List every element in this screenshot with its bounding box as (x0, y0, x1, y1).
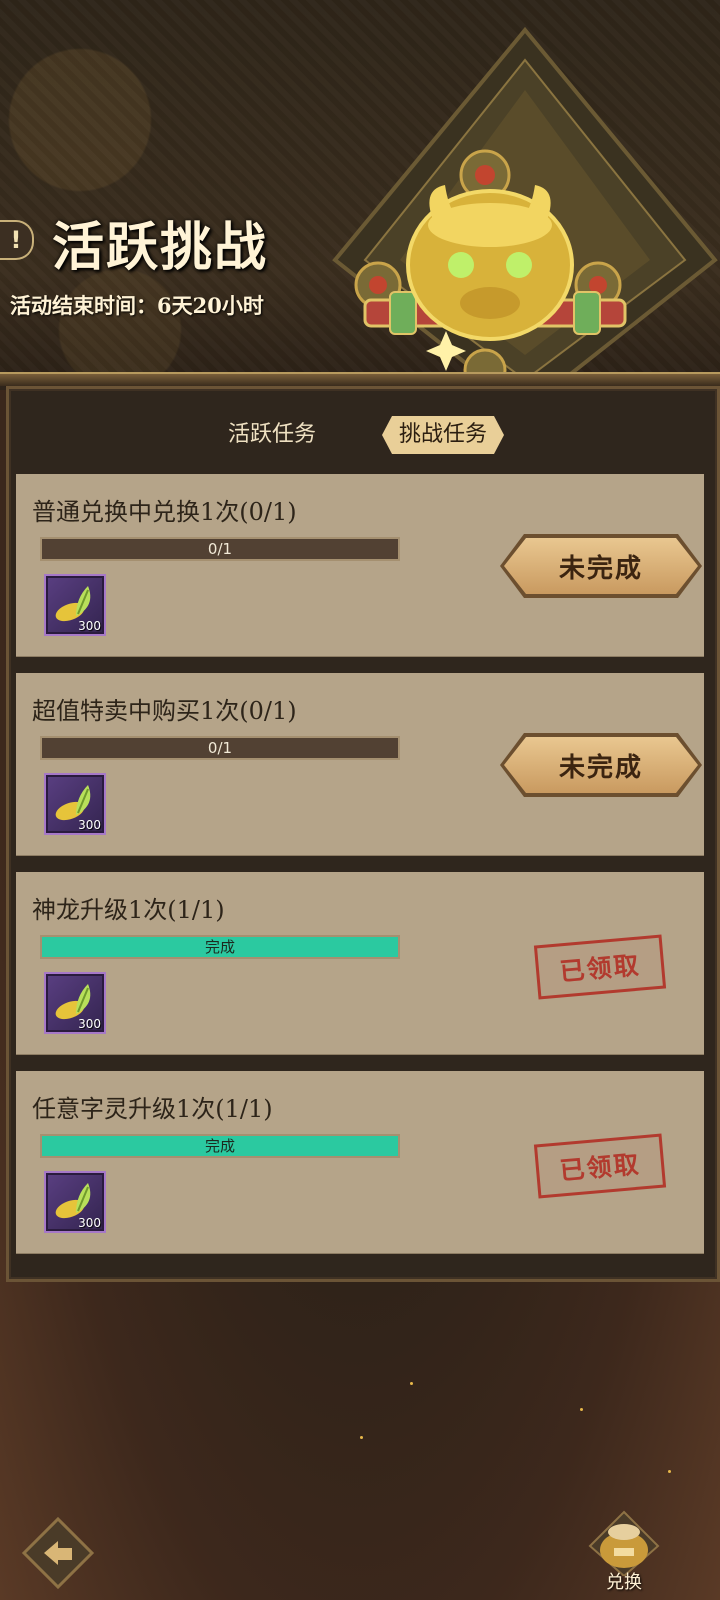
reward-quantity: 300 (78, 619, 101, 633)
tab-active-tasks[interactable]: 活跃任务 (202, 416, 342, 454)
help-icon[interactable]: ! (0, 220, 34, 260)
task-title: 超值特卖中购买1次(0/1) (32, 697, 297, 725)
tab-challenge-tasks[interactable]: 挑战任务 (382, 416, 504, 454)
guardian-emblem (332, 26, 718, 400)
task-card: 超值特卖中购买1次(0/1) 0/1 300 未完成 (16, 673, 704, 855)
sparkle-decoration (668, 1470, 671, 1473)
task-title: 神龙升级1次(1/1) (32, 896, 225, 924)
task-card: 神龙升级1次(1/1) 完成 300 已领取 (16, 872, 704, 1054)
task-progress-bar: 0/1 (40, 537, 400, 561)
task-progress-label: 完成 (204, 1137, 235, 1155)
reward-item[interactable]: 300 (44, 972, 106, 1034)
task-card: 任意字灵升级1次(1/1) 完成 300 已领取 (16, 1071, 704, 1253)
task-progress-bar: 完成 (40, 1134, 400, 1158)
header-divider (0, 372, 720, 386)
header-banner: ! 活跃挑战 活动结束时间：6天20小时 (0, 0, 720, 400)
task-progress-label: 0/1 (207, 739, 233, 757)
task-title: 普通兑换中兑换1次(0/1) (32, 498, 297, 526)
task-title: 任意字灵升级1次(1/1) (32, 1095, 273, 1123)
exchange-label: 兑换 (606, 1572, 642, 1593)
sparkle-decoration (410, 1382, 413, 1385)
reward-quantity: 300 (78, 818, 101, 832)
incomplete-button[interactable]: 未完成 (504, 538, 698, 594)
page-title: 活跃挑战 (52, 217, 269, 278)
task-progress-label: 0/1 (207, 540, 233, 558)
claimed-stamp: 已领取 (533, 1133, 667, 1199)
exchange-button[interactable]: 兑换 (586, 1506, 662, 1596)
treasure-bag-icon (588, 1510, 660, 1578)
event-countdown: 活动结束时间：6天20小时 (10, 293, 264, 318)
sparkle-decoration (360, 1436, 363, 1439)
task-progress-bar: 0/1 (40, 736, 400, 760)
task-progress-label: 完成 (204, 938, 235, 956)
claimed-stamp: 已领取 (533, 934, 667, 1000)
task-progress-bar: 完成 (40, 935, 400, 959)
back-button[interactable] (20, 1515, 96, 1591)
reward-item[interactable]: 300 (44, 1171, 106, 1233)
reward-item[interactable]: 300 (44, 574, 106, 636)
reward-item[interactable]: 300 (44, 773, 106, 835)
reward-quantity: 300 (78, 1017, 101, 1031)
sparkle-decoration (580, 1408, 583, 1411)
incomplete-button[interactable]: 未完成 (504, 737, 698, 793)
task-card: 普通兑换中兑换1次(0/1) 0/1 300 未完成 (16, 474, 704, 656)
back-arrow-icon (21, 1516, 95, 1590)
reward-quantity: 300 (78, 1216, 101, 1230)
